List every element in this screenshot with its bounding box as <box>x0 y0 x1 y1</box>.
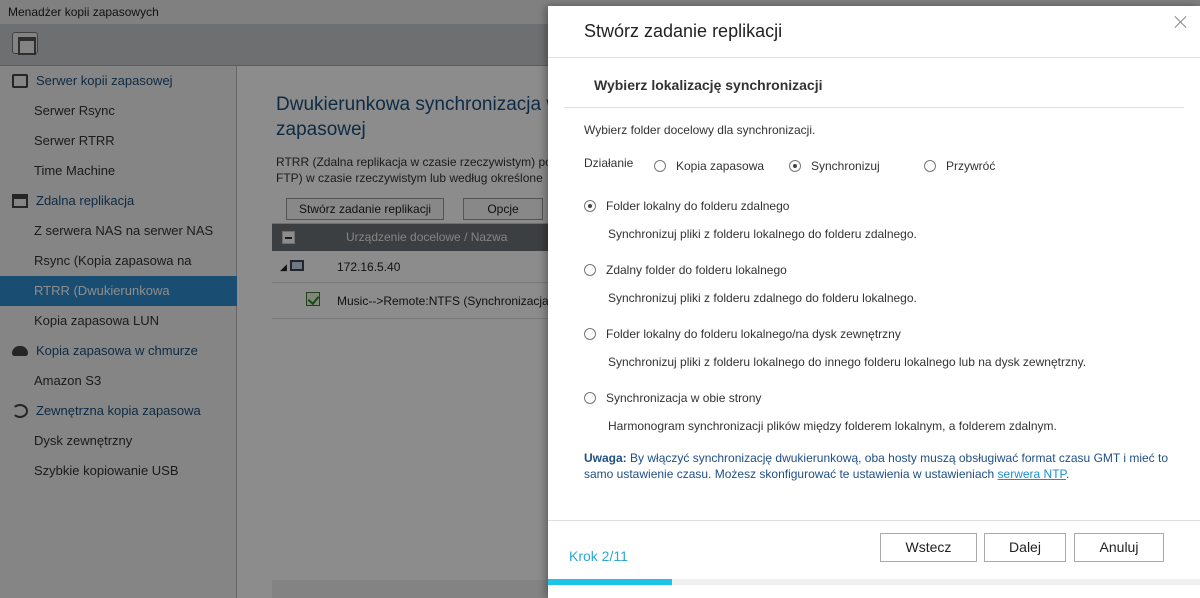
option-desc-local-to-local: Synchronizuj pliki z folderu lokalnego d… <box>608 355 1087 369</box>
option-radio-local-to-local[interactable] <box>584 328 596 340</box>
option-desc-local-to-remote: Synchronizuj pliki z folderu lokalnego d… <box>608 227 917 241</box>
sync-note: Uwaga: By włączyć synchronizację dwukier… <box>584 450 1174 482</box>
ntp-server-link[interactable]: serwera NTP <box>998 467 1066 481</box>
dialog-title: Stwórz zadanie replikacji <box>584 21 783 41</box>
action-radio-backup[interactable] <box>654 160 666 172</box>
action-label: Działanie <box>584 156 634 170</box>
dialog-footer: Krok 2/11 Wstecz Dalej Anuluj <box>548 520 1200 598</box>
note-text: By włączyć synchronizację dwukierunkową,… <box>584 451 1169 481</box>
step-indicator: Krok 2/11 <box>569 548 628 564</box>
dialog-header: Stwórz zadanie replikacji <box>548 6 1200 58</box>
option-radio-two-way[interactable] <box>584 392 596 404</box>
section-title: Wybierz lokalizację synchronizacji <box>594 77 823 93</box>
action-label-sync[interactable]: Synchronizuj <box>811 158 880 174</box>
option-desc-remote-to-local: Synchronizuj pliki z folderu zdalnego do… <box>608 291 917 305</box>
next-button[interactable]: Dalej <box>984 533 1066 562</box>
action-label-restore[interactable]: Przywróć <box>946 158 995 174</box>
wizard-progress-fill <box>548 579 673 585</box>
back-button[interactable]: Wstecz <box>880 533 977 562</box>
option-label-two-way[interactable]: Synchronizacja w obie strony <box>606 390 761 406</box>
close-icon[interactable] <box>1174 15 1188 29</box>
option-radio-remote-to-local[interactable] <box>584 264 596 276</box>
option-desc-two-way: Harmonogram synchronizacji plików między… <box>608 419 1057 433</box>
note-end: . <box>1066 467 1070 481</box>
section-header: Wybierz lokalizację synchronizacji <box>564 64 1184 108</box>
action-label-backup[interactable]: Kopia zapasowa <box>676 158 764 174</box>
option-label-remote-to-local[interactable]: Zdalny folder do folderu lokalnego <box>606 262 787 278</box>
cancel-button[interactable]: Anuluj <box>1074 533 1164 562</box>
action-radio-sync[interactable] <box>789 160 801 172</box>
option-label-local-to-remote[interactable]: Folder lokalny do folderu zdalnego <box>606 198 789 214</box>
option-label-local-to-local[interactable]: Folder lokalny do folderu lokalnego/na d… <box>606 326 901 342</box>
create-replication-dialog: Stwórz zadanie replikacji Wybierz lokali… <box>548 6 1200 598</box>
intro-text: Wybierz folder docelowy dla synchronizac… <box>584 123 816 137</box>
action-radio-restore[interactable] <box>924 160 936 172</box>
note-prefix: Uwaga: <box>584 451 627 465</box>
wizard-progress-bar <box>548 579 1200 585</box>
option-radio-local-to-remote[interactable] <box>584 200 596 212</box>
